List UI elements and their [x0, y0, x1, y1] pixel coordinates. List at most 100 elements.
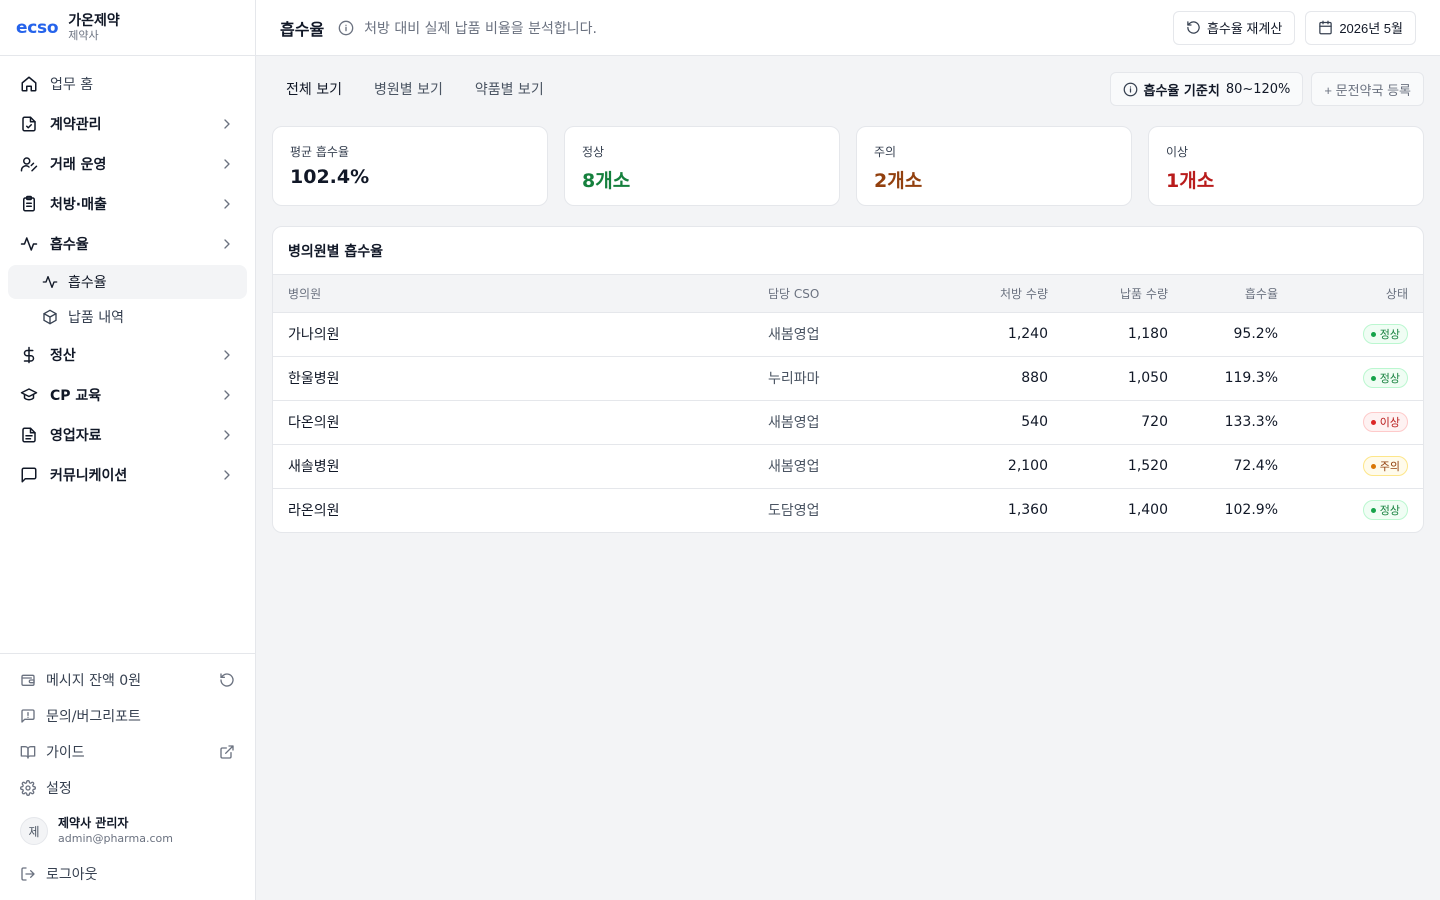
bug-report-link[interactable]: 문의/버그리포트 — [8, 698, 247, 734]
card-label: 정상 — [582, 145, 605, 159]
status-dot — [1370, 419, 1376, 425]
clinic-name: 새솔병원 — [288, 459, 340, 475]
page-header: 흡수율 처방 대비 실제 납품 비율을 분석합니다. 흡수율 재계산 2026년… — [256, 0, 1440, 56]
table-row[interactable]: 다온의원 새봄영업 540 720 133.3% 이상 — [273, 400, 1423, 444]
sidebar-item-label: 업무 홈 — [50, 77, 94, 93]
dollar-icon — [23, 346, 35, 364]
table-row[interactable]: 가나의원 새봄영업 1,240 1,180 95.2% 정상 — [273, 312, 1423, 356]
table-row[interactable]: 라온의원 도담영업 1,360 1,400 102.9% 정상 — [273, 488, 1423, 532]
column-header[interactable]: 흡수율 — [1183, 275, 1293, 312]
table-row[interactable]: 새솔병원 새봄영업 2,100 1,520 72.4% 주의 — [273, 444, 1423, 488]
summary-cards: 평균 흡수율 102.4% 정상 8개소 주의 2개소 이상 1개소 — [272, 126, 1424, 206]
chevron-right-icon — [224, 119, 230, 129]
rx-qty: 2,100 — [1007, 458, 1048, 474]
chevron-right-icon — [224, 199, 230, 209]
summary-card-abnormal: 이상 1개소 — [1148, 126, 1424, 206]
activity-icon — [20, 237, 38, 251]
wallet-icon — [21, 674, 35, 686]
sidebar-item-trade[interactable]: 거래 운영 — [8, 144, 247, 184]
summary-card-normal: 정상 8개소 — [564, 126, 840, 206]
clinic-absorption-table: 병의원별 흡수율 병의원 담당 CSO 처방 수량 납품 수량 흡수율 상태 가… — [272, 226, 1424, 533]
guide-link[interactable]: 가이드 — [8, 734, 247, 770]
user-name: 제약사 관리자 — [58, 816, 129, 831]
sidebar-item-label: 처방·매출 — [50, 197, 107, 213]
column-header[interactable]: 납품 수량 — [1063, 275, 1183, 312]
status-label: 이상 — [1379, 416, 1400, 429]
column-header[interactable]: 처방 수량 — [908, 275, 1063, 312]
chevron-right-icon — [224, 390, 230, 400]
tab-all[interactable]: 전체 보기 — [272, 73, 356, 105]
status-badge: 주의 — [1362, 456, 1408, 476]
sidebar-item-home[interactable]: 업무 홈 — [8, 64, 247, 104]
guide-label: 가이드 — [46, 745, 85, 761]
graduation-cap-icon — [20, 388, 38, 401]
chevron-right-icon — [224, 239, 230, 249]
rx-qty: 1,360 — [1007, 502, 1048, 519]
view-tabs: 전체 보기 병원별 보기 약품별 보기 — [272, 73, 1110, 105]
info-icon — [1123, 82, 1137, 96]
clinic-name: 다온의원 — [288, 415, 340, 431]
month-picker[interactable]: 2026년 5월 — [1305, 10, 1416, 45]
tab-by-drug[interactable]: 약품별 보기 — [461, 73, 558, 105]
summary-card-average: 평균 흡수율 102.4% — [272, 126, 548, 206]
status-dot — [1370, 331, 1376, 337]
page-description: 처방 대비 실제 납품 비율을 분석합니다. — [364, 20, 597, 37]
sidebar-item-communication[interactable]: 커뮤니케이션 — [8, 455, 247, 495]
tab-by-hospital[interactable]: 병원별 보기 — [360, 73, 457, 105]
delivered-qty: 1,400 — [1127, 502, 1168, 519]
message-alert-icon — [21, 709, 35, 723]
sidebar-item-cp-education[interactable]: CP 교육 — [8, 375, 247, 415]
book-open-icon — [20, 746, 36, 759]
message-balance[interactable]: 메시지 잔액 0원 — [8, 662, 247, 698]
cso-name: 새봄영업 — [768, 415, 820, 431]
card-value: 1개소 — [1166, 170, 1215, 192]
cso-name: 도담영업 — [768, 503, 820, 520]
refresh-icon[interactable] — [219, 672, 235, 688]
file-check-icon — [22, 116, 36, 132]
status-label: 정상 — [1379, 328, 1400, 341]
rx-qty: 1,240 — [1007, 326, 1048, 342]
settings-link[interactable]: 설정 — [8, 770, 247, 806]
sidebar-item-sales-material[interactable]: 영업자료 — [8, 415, 247, 455]
rx-qty: 540 — [1021, 414, 1048, 430]
delivered-qty: 1,180 — [1127, 326, 1168, 342]
content-area: 전체 보기 병원별 보기 약품별 보기 흡수율 기준치 80~120% + 문전… — [256, 56, 1440, 549]
status-badge: 정상 — [1362, 324, 1408, 344]
column-header[interactable]: 담당 CSO — [753, 275, 908, 312]
activity-icon — [42, 276, 58, 288]
sidebar-item-contracts[interactable]: 계약관리 — [8, 104, 247, 144]
card-value: 8개소 — [582, 170, 631, 192]
info-icon[interactable] — [338, 20, 354, 36]
logout-button[interactable]: 로그아웃 — [8, 856, 247, 892]
register-pharmacy-button[interactable]: + 문전약국 등록 — [1311, 72, 1424, 106]
external-link-icon — [220, 745, 234, 759]
criteria-value: 80~120% — [1225, 81, 1291, 97]
status-label: 정상 — [1379, 372, 1400, 385]
package-icon — [43, 309, 57, 325]
clinic-name: 한울병원 — [288, 371, 340, 387]
sidebar-subitem-absorption[interactable]: 흡수율 — [8, 265, 247, 299]
brand[interactable]: ecso 가온제약 제약사 — [0, 0, 255, 56]
column-header[interactable]: 상태 — [1293, 275, 1423, 312]
clipboard-icon — [23, 195, 35, 212]
table-row[interactable]: 한울병원 누리파마 880 1,050 119.3% 정상 — [273, 356, 1423, 400]
sidebar-item-label: CP 교육 — [50, 388, 102, 404]
recalculate-button[interactable]: 흡수율 재계산 — [1172, 10, 1296, 45]
sidebar-item-settlement[interactable]: 정산 — [8, 335, 247, 375]
sidebar-item-prescription[interactable]: 처방·매출 — [8, 184, 247, 224]
sidebar-item-label: 계약관리 — [50, 117, 102, 133]
user-email: admin@pharma.com — [58, 831, 173, 845]
sidebar-item-absorption[interactable]: 흡수율 — [8, 224, 247, 264]
column-header[interactable]: 병의원 — [273, 275, 753, 312]
sidebar-subitem-label: 납품 내역 — [68, 310, 124, 326]
sidebar-footer: 메시지 잔액 0원 문의/버그리포트 가이드 설정 제 제약사 관리자 admi… — [0, 653, 255, 900]
sidebar-subitem-delivery[interactable]: 납품 내역 — [8, 300, 247, 334]
card-value: 102.4% — [290, 166, 370, 188]
sidebar-item-label: 정산 — [50, 348, 76, 364]
sidebar: ecso 가온제약 제약사 업무 홈 계약관리 거래 운영 처방·매출 흡수율 … — [0, 0, 256, 900]
table-header-row: 병의원 담당 CSO 처방 수량 납품 수량 흡수율 상태 — [273, 275, 1423, 312]
user-profile[interactable]: 제 제약사 관리자 admin@pharma.com — [8, 806, 247, 856]
summary-card-caution: 주의 2개소 — [856, 126, 1132, 206]
chevron-right-icon — [224, 470, 230, 480]
main-content: 흡수율 처방 대비 실제 납품 비율을 분석합니다. 흡수율 재계산 2026년… — [256, 0, 1440, 900]
